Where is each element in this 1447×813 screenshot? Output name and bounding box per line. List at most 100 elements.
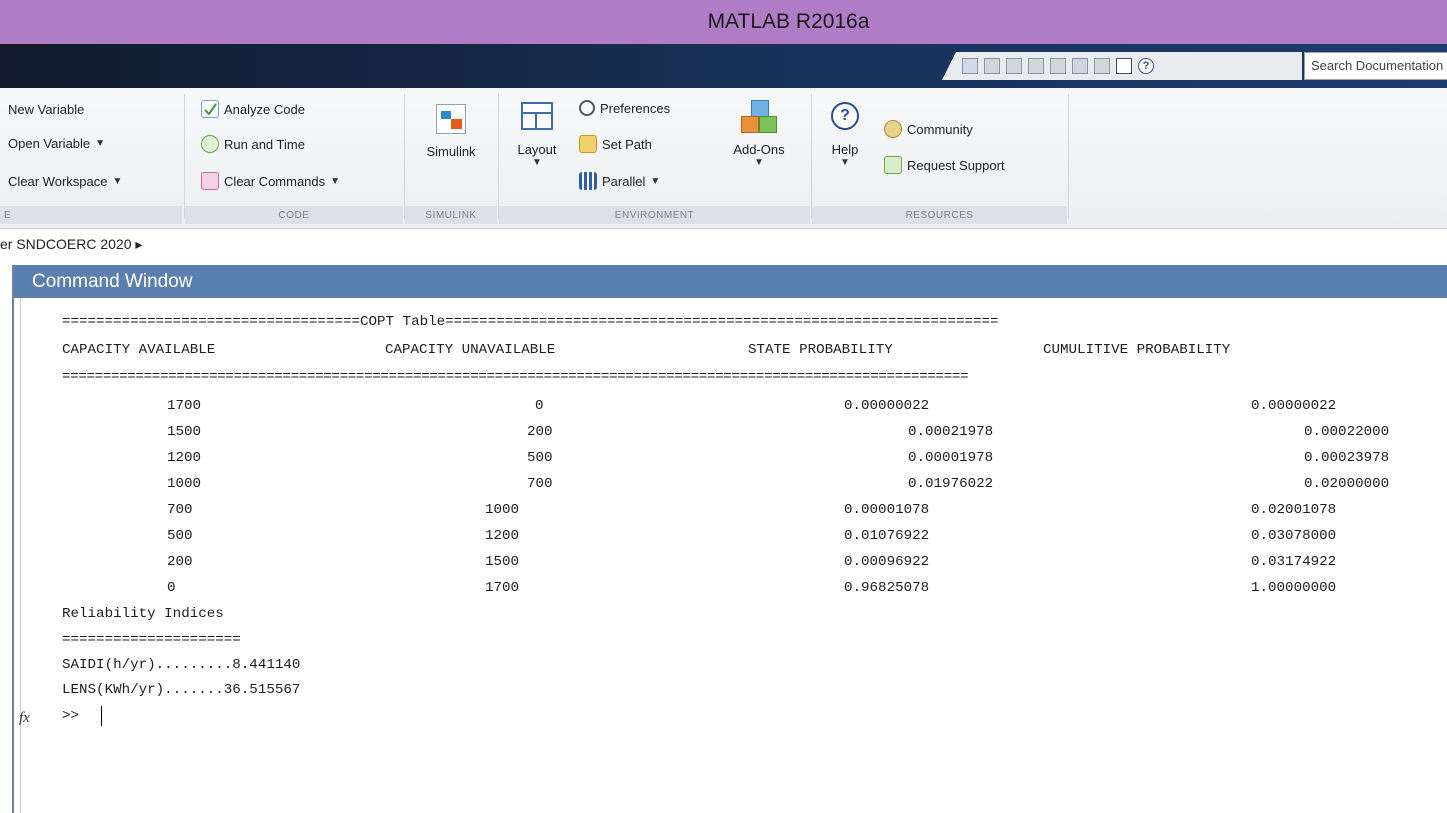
chevron-down-icon: ▼ (112, 176, 123, 187)
current-folder-breadcrumb[interactable]: er SNDCOERC 2020 ▸ (0, 236, 142, 253)
run-and-time-label: Run and Time (224, 136, 305, 152)
command-window-header[interactable]: Command Window (14, 265, 1447, 298)
cell-capacity-available: 1000 (167, 476, 202, 492)
cell-cumulative-probability: 0.03078000 (1251, 528, 1337, 544)
run-and-time-icon (201, 135, 219, 153)
community-label: Community (907, 121, 973, 137)
ribbon: New Variable Open Variable ▼ Clear Works… (0, 88, 1447, 229)
cell-capacity-available: 200 (167, 554, 193, 570)
cell-state-probability: 0.00001078 (844, 502, 930, 518)
layout-label: Layout (517, 142, 557, 157)
clear-commands-icon (201, 172, 219, 190)
cell-cumulative-probability: 0.00000022 (1251, 398, 1337, 414)
reliability-title: Reliability Indices (62, 606, 224, 622)
group-divider (1068, 94, 1069, 219)
cell-cumulative-probability: 1.00000000 (1251, 580, 1337, 596)
simulink-button[interactable]: Simulink (413, 104, 489, 159)
ribbon-tab-bar: ? Search Documentation (0, 44, 1447, 88)
clear-commands-button[interactable]: Clear Commands ▼ (201, 172, 340, 190)
chevron-down-icon: ▼ (754, 157, 764, 168)
parallel-label: Parallel (602, 173, 646, 189)
command-prompt[interactable]: >> (62, 708, 79, 724)
help-icon: ? (831, 102, 859, 130)
analyze-code-icon (201, 100, 219, 118)
request-support-button[interactable]: Request Support (884, 156, 1005, 174)
redo-icon[interactable] (1094, 58, 1110, 74)
cell-capacity-unavailable: 1000 (485, 502, 520, 518)
help-icon[interactable]: ? (1138, 58, 1154, 74)
paste-icon[interactable] (1050, 58, 1066, 74)
cut-icon[interactable] (1006, 58, 1022, 74)
cell-state-probability: 0.00096922 (844, 554, 930, 570)
header-capacity-available: CAPACITY AVAILABLE (62, 342, 216, 358)
cell-state-probability: 0.01976022 (908, 476, 994, 492)
cell-capacity-unavailable: 1700 (485, 580, 520, 596)
parallel-icon (579, 172, 597, 190)
parallel-button[interactable]: Parallel ▼ (579, 172, 660, 190)
copt-table-banner: ===================================COPT … (62, 314, 999, 330)
header-state-probability: STATE PROBABILITY (748, 342, 893, 358)
cell-capacity-unavailable: 500 (527, 450, 553, 466)
analyze-code-label: Analyze Code (224, 101, 305, 117)
preferences-button[interactable]: Preferences (579, 100, 670, 116)
function-browser-icon[interactable]: fx (19, 710, 30, 727)
cell-capacity-unavailable: 200 (527, 424, 553, 440)
new-variable-button[interactable]: New Variable (8, 102, 84, 117)
copy-icon[interactable] (1028, 58, 1044, 74)
clear-workspace-label: Clear Workspace (8, 174, 108, 189)
cell-capacity-available: 500 (167, 528, 193, 544)
command-window: Command Window =========================… (12, 265, 1447, 813)
help-button[interactable]: ? Help ▼ (822, 102, 868, 168)
command-window-title: Command Window (32, 270, 193, 292)
simulink-group: Simulink SIMULINK (405, 88, 497, 228)
undo-icon[interactable] (1072, 58, 1088, 74)
cell-cumulative-probability: 0.02001078 (1251, 502, 1337, 518)
cell-capacity-available: 0 (167, 580, 176, 596)
add-ons-icon (741, 100, 777, 134)
cell-capacity-available: 700 (167, 502, 193, 518)
environment-group-label: ENVIRONMENT (499, 206, 810, 224)
layout-button[interactable]: Layout ▼ (505, 102, 569, 168)
search-documentation-input[interactable]: Search Documentation (1304, 52, 1447, 80)
community-button[interactable]: Community (884, 120, 973, 138)
cell-state-probability: 0.00001978 (908, 450, 994, 466)
clear-workspace-button[interactable]: Clear Workspace ▼ (8, 174, 122, 189)
code-group: Analyze Code Run and Time Clear Commands… (185, 88, 403, 228)
saidi-line: SAIDI(h/yr).........8.441140 (62, 657, 301, 673)
analyze-code-button[interactable]: Analyze Code (201, 100, 305, 118)
variable-group-label: E (0, 206, 182, 224)
folder-icon (579, 135, 597, 153)
add-ons-label: Add-Ons (733, 142, 785, 157)
chevron-down-icon: ▼ (532, 157, 542, 168)
cell-state-probability: 0.00000022 (844, 398, 930, 414)
environment-group: Layout ▼ Preferences Set Path Parallel ▼… (499, 88, 810, 228)
open-variable-button[interactable]: Open Variable ▼ (8, 136, 105, 151)
header-capacity-unavailable: CAPACITY UNAVAILABLE (385, 342, 556, 358)
chevron-down-icon: ▼ (330, 175, 341, 187)
simulink-icon (436, 104, 466, 134)
command-window-body[interactable]: ===================================COPT … (19, 298, 1447, 813)
cell-state-probability: 0.96825078 (844, 580, 930, 596)
switch-windows-icon[interactable] (1116, 58, 1132, 74)
new-variable-label: New Variable (8, 102, 85, 117)
new-script-icon[interactable] (962, 58, 978, 74)
chevron-down-icon: ▼ (650, 175, 661, 187)
cell-cumulative-probability: 0.02000000 (1304, 476, 1390, 492)
simulink-label: Simulink (426, 144, 476, 159)
community-icon (884, 120, 902, 138)
run-and-time-button[interactable]: Run and Time (201, 135, 305, 153)
code-group-label: CODE (185, 206, 403, 224)
save-icon[interactable] (984, 58, 1000, 74)
request-support-label: Request Support (907, 157, 1005, 173)
window-title: MATLAB R2016a (707, 10, 870, 33)
set-path-label: Set Path (602, 136, 652, 152)
set-path-button[interactable]: Set Path (579, 135, 652, 153)
request-support-icon (884, 156, 902, 174)
cell-capacity-unavailable: 0 (535, 398, 544, 414)
clear-commands-label: Clear Commands (224, 173, 326, 189)
help-label: Help (831, 142, 859, 157)
cell-state-probability: 0.00021978 (908, 424, 994, 440)
add-ons-button[interactable]: Add-Ons ▼ (719, 100, 799, 168)
layout-icon (521, 102, 553, 130)
quick-access-toolbar: ? (942, 52, 1302, 80)
